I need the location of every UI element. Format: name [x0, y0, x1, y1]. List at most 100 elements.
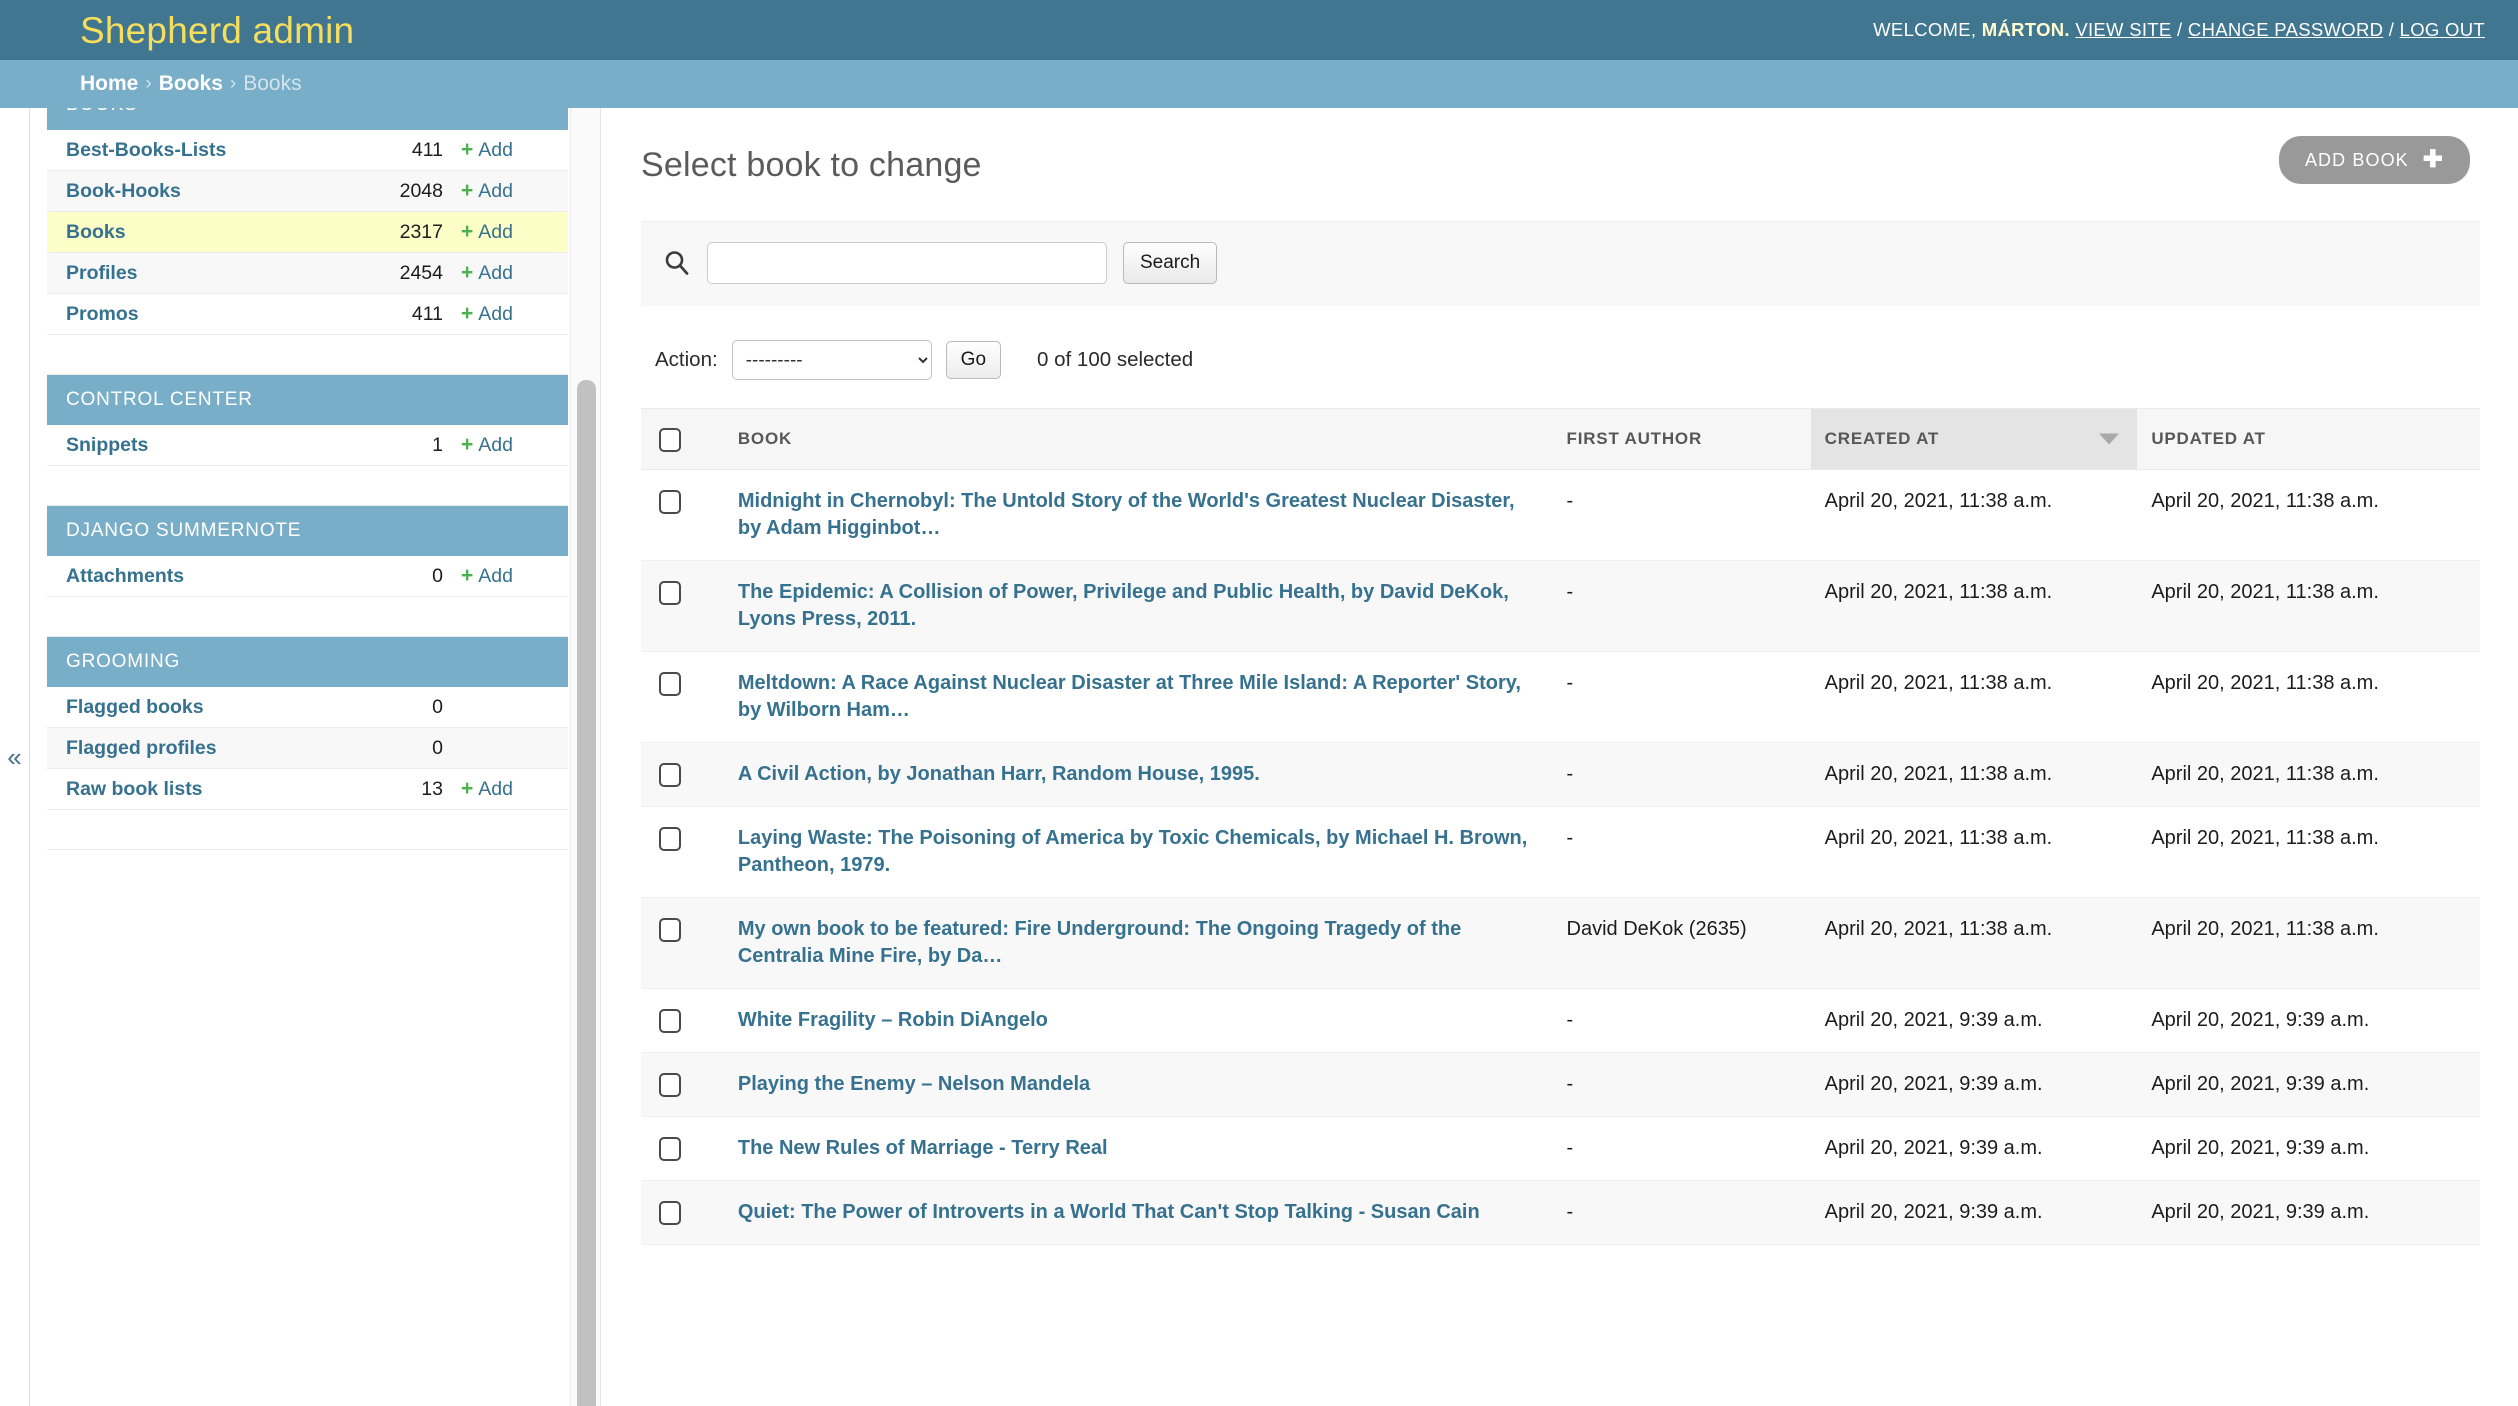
sidebar-collapse-toggle[interactable]: « — [0, 108, 30, 1406]
table-row[interactable]: Playing the Enemy – Nelson Mandela - April… — [641, 1052, 2480, 1117]
table-row[interactable]: A Civil Action, by Jonathan Harr, Random… — [641, 742, 2480, 807]
sidebar-item-label[interactable]: Profiles — [66, 262, 369, 285]
row-select-checkbox[interactable] — [659, 490, 681, 514]
row-select-cell[interactable] — [641, 1180, 724, 1245]
sidebar-item-add-link[interactable]: + Add — [461, 220, 549, 244]
nav-module-caption[interactable]: BOOKS — [47, 108, 568, 130]
change-password-link[interactable]: CHANGE PASSWORD — [2188, 19, 2383, 40]
row-select-checkbox[interactable] — [659, 763, 681, 787]
row-select-checkbox[interactable] — [659, 827, 681, 851]
book-title-link[interactable]: My own book to be featured: Fire Undergr… — [738, 918, 1461, 967]
log-out-link[interactable]: LOG OUT — [2400, 19, 2485, 40]
sidebar-item-snippets[interactable]: Snippets 1 + Add — [47, 425, 568, 466]
sidebar-item-book-hooks[interactable]: Book-Hooks 2048 + Add — [47, 171, 568, 212]
table-row[interactable]: White Fragility – Robin DiAngelo - April 2… — [641, 988, 2480, 1053]
sidebar-item-label[interactable]: Flagged profiles — [66, 737, 369, 760]
sidebar-item-raw-book-lists[interactable]: Raw book lists 13 + Add — [47, 769, 568, 810]
view-site-link[interactable]: VIEW SITE — [2075, 19, 2171, 40]
sidebar-item-add-link[interactable]: + Add — [461, 138, 549, 162]
sidebar-item-attachments[interactable]: Attachments 0 + Add — [47, 556, 568, 597]
sidebar-item-add-link[interactable]: + Add — [461, 261, 549, 285]
search-submit-button[interactable]: Search — [1123, 242, 1218, 284]
book-title-link[interactable]: Quiet: The Power of Introverts in a Worl… — [738, 1201, 1480, 1223]
row-select-cell[interactable] — [641, 651, 724, 743]
column-header-book[interactable]: BOOK — [723, 408, 1553, 470]
sidebar-scrollbar[interactable] — [570, 108, 600, 1406]
sidebar-item-best-books-lists[interactable]: Best-Books-Lists 411 + Add — [47, 130, 568, 171]
breadcrumb-home[interactable]: Home — [80, 72, 138, 96]
row-select-checkbox[interactable] — [659, 1009, 681, 1033]
sidebar-item-flagged-profiles[interactable]: Flagged profiles 0 — [47, 728, 568, 769]
nav-module-caption[interactable]: DJANGO SUMMERNOTE — [47, 506, 568, 556]
row-select-cell[interactable] — [641, 806, 724, 898]
book-title-link[interactable]: White Fragility – Robin DiAngelo — [738, 1009, 1048, 1031]
row-select-checkbox[interactable] — [659, 581, 681, 605]
sidebar-item-label[interactable]: Best-Books-Lists — [66, 139, 369, 162]
column-header-updated-at[interactable]: UPDATED AT — [2137, 408, 2480, 470]
sidebar-item-add-link[interactable]: + Add — [461, 302, 549, 326]
sidebar-item-add-link[interactable]: + Add — [461, 777, 549, 801]
action-go-button[interactable]: Go — [945, 341, 1002, 379]
breadcrumb-separator-1: › — [145, 73, 152, 94]
add-book-button[interactable]: ADD BOOK ✚ — [2278, 136, 2470, 184]
row-select-cell[interactable] — [641, 897, 724, 989]
row-select-cell[interactable] — [641, 742, 724, 807]
column-header-first-author[interactable]: FIRST AUTHOR — [1552, 408, 1811, 470]
column-header-created-at[interactable]: CREATED AT — [1810, 408, 2138, 470]
row-select-checkbox[interactable] — [659, 672, 681, 696]
book-title-link[interactable]: Laying Waste: The Poisoning of America b… — [738, 827, 1527, 876]
sidebar-item-label[interactable]: Attachments — [66, 565, 369, 588]
sidebar-item-label[interactable]: Books — [66, 221, 369, 244]
table-row[interactable]: My own book to be featured: Fire Undergr… — [641, 897, 2480, 989]
sidebar-item-label[interactable]: Raw book lists — [66, 778, 369, 801]
select-all-checkbox[interactable] — [659, 428, 681, 452]
book-title-link[interactable]: The Epidemic: A Collision of Power, Priv… — [738, 581, 1509, 630]
table-row[interactable]: Meltdown: A Race Against Nuclear Disaste… — [641, 651, 2480, 743]
sidebar-item-profiles[interactable]: Profiles 2454 + Add — [47, 253, 568, 294]
breadcrumb-app[interactable]: Books — [159, 72, 223, 96]
table-row[interactable]: The Epidemic: A Collision of Power, Priv… — [641, 560, 2480, 652]
sidebar-item-add-link[interactable]: + Add — [461, 564, 549, 588]
sidebar-item-flagged-books[interactable]: Flagged books 0 — [47, 687, 568, 728]
book-title-link[interactable]: A Civil Action, by Jonathan Harr, Random… — [738, 763, 1260, 785]
first-author-cell: - — [1552, 1052, 1811, 1117]
updated-at-cell: April 20, 2021, 11:38 a.m. — [2137, 742, 2480, 807]
search-input[interactable] — [707, 242, 1107, 284]
sidebar-item-label[interactable]: Snippets — [66, 434, 369, 457]
sidebar-item-label[interactable]: Flagged books — [66, 696, 369, 719]
nav-module-caption[interactable]: CONTROL CENTER — [47, 375, 568, 425]
sidebar-item-label[interactable]: Promos — [66, 303, 369, 326]
row-select-cell[interactable] — [641, 560, 724, 652]
book-cell: Midnight in Chernobyl: The Untold Story … — [723, 469, 1553, 561]
row-select-cell[interactable] — [641, 1116, 724, 1181]
nav-module-spacer — [47, 810, 568, 850]
sidebar-item-add-link[interactable]: + Add — [461, 179, 549, 203]
book-title-link[interactable]: Midnight in Chernobyl: The Untold Story … — [738, 490, 1515, 539]
row-select-checkbox[interactable] — [659, 1073, 681, 1097]
created-at-cell: April 20, 2021, 9:39 a.m. — [1810, 1052, 2138, 1117]
sidebar-item-label[interactable]: Book-Hooks — [66, 180, 369, 203]
table-row[interactable]: Laying Waste: The Poisoning of America b… — [641, 806, 2480, 898]
table-row[interactable]: Midnight in Chernobyl: The Untold Story … — [641, 469, 2480, 561]
table-row[interactable]: The New Rules of Marriage - Terry Real - A… — [641, 1116, 2480, 1181]
sidebar-item-promos[interactable]: Promos 411 + Add — [47, 294, 568, 335]
row-select-checkbox[interactable] — [659, 918, 681, 942]
plus-icon: ✚ — [2422, 146, 2444, 173]
actions-toolbar: Action: --------- Go 0 of 100 selected — [641, 306, 2480, 408]
first-author-cell: - — [1552, 988, 1811, 1053]
row-select-cell[interactable] — [641, 988, 724, 1053]
sidebar-item-add-link[interactable]: + Add — [461, 433, 549, 457]
sidebar-scrollbar-thumb[interactable] — [577, 380, 596, 1406]
row-select-cell[interactable] — [641, 1052, 724, 1117]
nav-module-caption[interactable]: GROOMING — [47, 637, 568, 687]
column-header-select-all[interactable] — [641, 408, 724, 470]
sidebar-item-books[interactable]: Books 2317 + Add — [47, 212, 568, 253]
row-select-checkbox[interactable] — [659, 1137, 681, 1161]
book-title-link[interactable]: The New Rules of Marriage - Terry Real — [738, 1137, 1108, 1159]
row-select-cell[interactable] — [641, 469, 724, 561]
table-row[interactable]: Quiet: The Power of Introverts in a Worl… — [641, 1180, 2480, 1245]
book-title-link[interactable]: Playing the Enemy – Nelson Mandela — [738, 1073, 1090, 1095]
action-select[interactable]: --------- — [731, 340, 932, 380]
row-select-checkbox[interactable] — [659, 1201, 681, 1225]
book-title-link[interactable]: Meltdown: A Race Against Nuclear Disaste… — [738, 672, 1521, 721]
